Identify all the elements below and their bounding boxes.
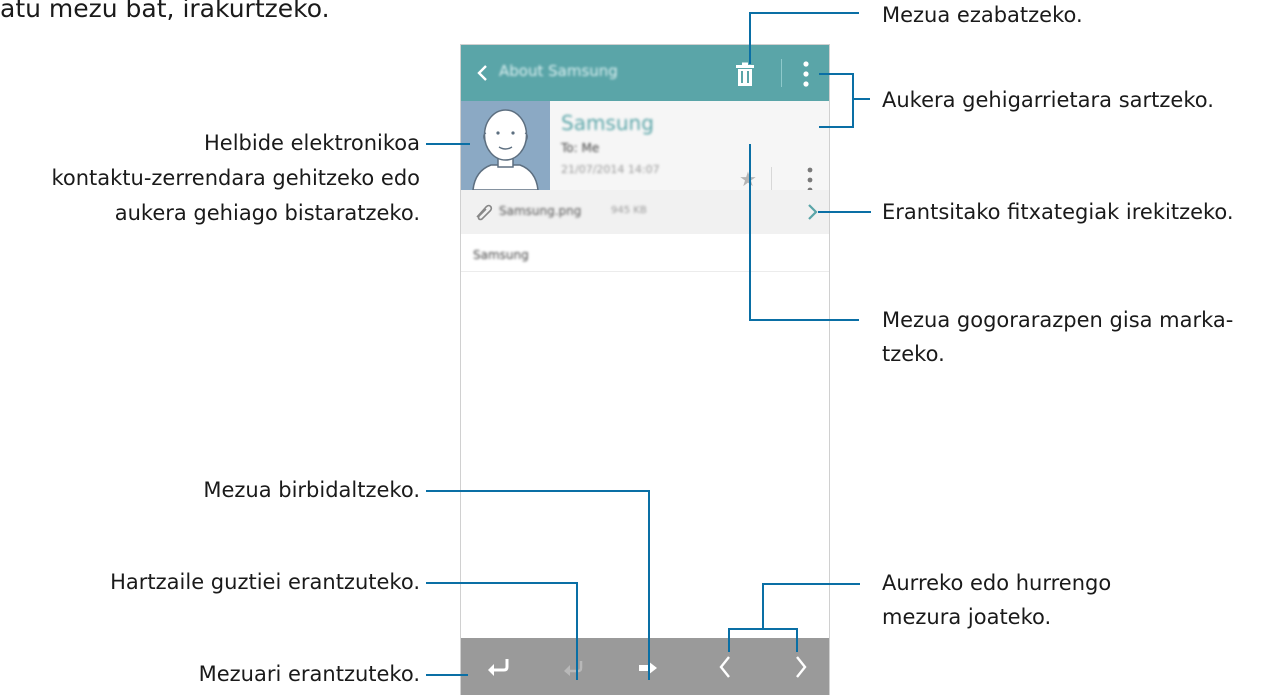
callout-line-replyall-h: [426, 582, 578, 584]
annotation-contact-line1: Helbide elektronikoa: [204, 131, 420, 155]
annotation-reply: Mezuari erantzuteko.: [198, 662, 420, 686]
callout-line-forward-v: [648, 490, 650, 680]
callout-line-more-top: [819, 73, 853, 75]
email-screen: About Samsung Samsung To: Me 21/07/2014 …: [461, 45, 829, 695]
callout-line-reply: [426, 674, 468, 676]
callout-line-delete-v: [749, 12, 751, 64]
attachment-filename: Samsung.png: [499, 204, 582, 218]
annotation-contact-line2: kontaktu-zerrendara gehitzeko edo: [51, 166, 420, 190]
annotation-forward: Mezua birbidaltzeko.: [203, 478, 420, 502]
callout-line-contact: [426, 143, 470, 145]
app-bar-divider: [781, 59, 782, 87]
more-vert-icon[interactable]: [801, 59, 811, 89]
callout-line-prevnext-top: [762, 583, 860, 585]
star-icon[interactable]: ★: [739, 169, 757, 189]
app-bar: About Samsung: [461, 45, 829, 101]
message-date: 21/07/2014 14:07: [561, 163, 660, 176]
callout-line-more-h: [852, 98, 870, 100]
callout-line-more-v: [852, 73, 854, 128]
callout-line-attachment: [818, 211, 871, 213]
callout-line-more-bottom: [819, 126, 853, 128]
annotation-mark-reminder-line2: tzeko.: [882, 342, 945, 366]
callout-line-replyall-v: [576, 582, 578, 680]
attachment-size: 945 KB: [611, 205, 647, 216]
annotation-mark-reminder-line1: Mezua gogorarazpen gisa marka-: [882, 308, 1234, 332]
callout-line-prevnext-next: [796, 628, 798, 652]
callout-line-prevnext-v: [762, 583, 764, 629]
annotation-more-options: Aukera gehigarrietara sartzeko.: [882, 88, 1214, 112]
callout-line-star-v: [749, 144, 751, 320]
next-chevron-icon[interactable]: [793, 654, 809, 680]
contact-avatar[interactable]: [461, 101, 550, 190]
recipient-line: To: Me: [561, 141, 600, 155]
annotation-contact-line3: aukera gehiago bistaratzeko.: [114, 201, 420, 225]
callout-line-prevnext-prev: [728, 628, 730, 652]
sender-name: Samsung: [561, 111, 654, 135]
back-chevron-icon[interactable]: [471, 59, 495, 87]
chevron-right-icon[interactable]: [805, 203, 819, 221]
trash-icon[interactable]: [733, 62, 757, 88]
annotation-prev-next-line2: mezura joateko.: [882, 605, 1052, 629]
annotation-open-attachment: Erantsitako fitxategiak irekitzeko.: [882, 200, 1234, 224]
bottom-action-bar: [461, 638, 829, 695]
reply-all-icon[interactable]: [561, 659, 585, 677]
annotation-reply-all: Hartzaile guztiei erantzuteko.: [110, 570, 420, 594]
annotation-prev-next-line1: Aurreko edo hurrengo: [882, 571, 1112, 595]
callout-line-forward-h: [426, 490, 649, 492]
app-bar-title: About Samsung: [499, 62, 618, 80]
body-divider: [461, 271, 829, 272]
reply-icon[interactable]: [485, 657, 511, 677]
callout-line-delete-h: [749, 12, 859, 14]
paperclip-icon: [476, 204, 493, 221]
previous-chevron-icon[interactable]: [717, 654, 733, 680]
callout-line-star-h: [749, 319, 859, 321]
avatar-face-icon: [472, 109, 539, 190]
attachment-row[interactable]: Samsung.png 945 KB: [461, 190, 829, 234]
page-caption: atu mezu bat, irakurtzeko.: [0, 0, 330, 23]
annotation-delete: Mezua ezabatzeko.: [882, 3, 1083, 27]
message-body: Samsung: [473, 248, 529, 262]
